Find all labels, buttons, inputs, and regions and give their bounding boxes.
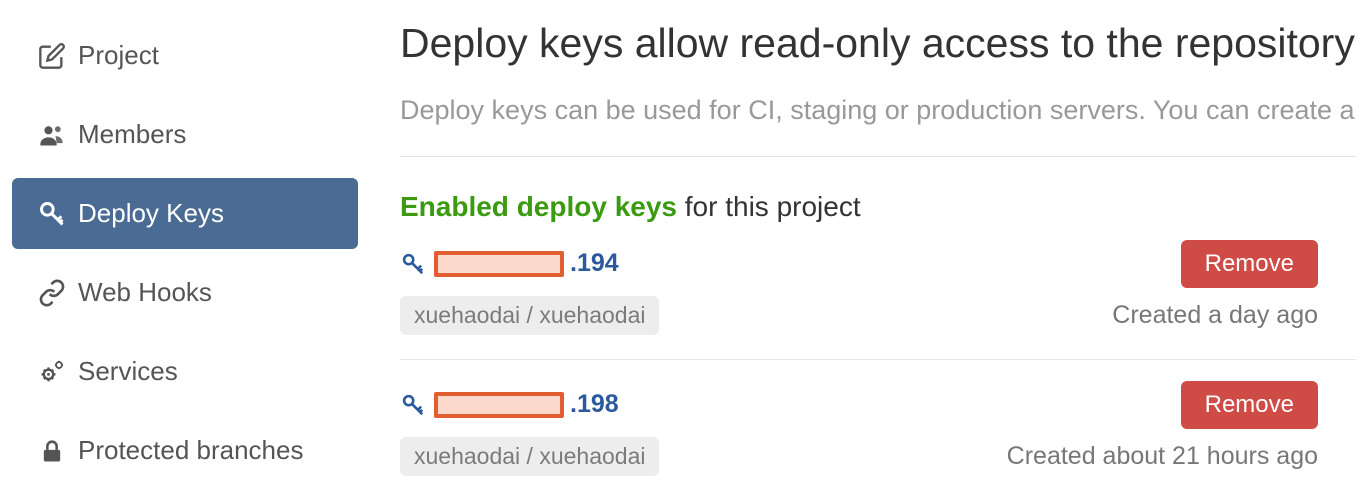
cogs-icon (36, 358, 68, 386)
divider (400, 156, 1356, 157)
sidebar-item-label: Members (78, 119, 186, 150)
remove-button[interactable]: Remove (1181, 381, 1318, 429)
sidebar-item-protected-branches[interactable]: Protected branches (12, 415, 358, 486)
project-tag: xuehaodai / xuehaodai (400, 296, 659, 335)
section-title: Enabled deploy keys for this project (400, 191, 1356, 223)
sidebar-item-services[interactable]: Services (12, 336, 358, 407)
link-icon (36, 279, 68, 307)
sidebar-item-members[interactable]: Members (12, 99, 358, 170)
key-icon (400, 392, 426, 418)
users-icon (36, 121, 68, 149)
sidebar: Project Members Deploy Keys (0, 0, 370, 500)
deploy-key-row: .194 Remove xuehaodai / xuehaodai Create… (400, 249, 1356, 360)
key-icon (36, 200, 68, 228)
remove-button[interactable]: Remove (1181, 240, 1318, 288)
section-title-highlight: Enabled deploy keys (400, 191, 677, 222)
key-icon (400, 251, 426, 277)
page-title: Deploy keys allow read-only access to th… (400, 20, 1356, 67)
key-suffix: .194 (570, 249, 619, 278)
deploy-key-name[interactable]: .194 (400, 249, 619, 278)
page-subtitle: Deploy keys can be used for CI, staging … (400, 95, 1356, 126)
sidebar-item-label: Project (78, 40, 159, 71)
sidebar-item-web-hooks[interactable]: Web Hooks (12, 257, 358, 328)
lock-icon (36, 437, 68, 465)
created-label: Created a day ago (1112, 301, 1318, 330)
sidebar-item-label: Protected branches (78, 435, 303, 466)
sidebar-item-label: Web Hooks (78, 277, 212, 308)
section-title-rest: for this project (677, 191, 861, 222)
project-tag: xuehaodai / xuehaodai (400, 437, 659, 476)
main-content: Deploy keys allow read-only access to th… (370, 0, 1356, 500)
deploy-key-row: .198 Remove xuehaodai / xuehaodai Create… (400, 390, 1356, 500)
key-suffix: .198 (570, 390, 619, 419)
redacted-ip (434, 392, 564, 418)
created-label: Created about 21 hours ago (1007, 442, 1318, 471)
sidebar-item-project[interactable]: Project (12, 20, 358, 91)
sidebar-item-label: Services (78, 356, 178, 387)
redacted-ip (434, 251, 564, 277)
deploy-key-name[interactable]: .198 (400, 390, 619, 419)
sidebar-item-label: Deploy Keys (78, 198, 224, 229)
edit-icon (36, 42, 68, 70)
sidebar-item-deploy-keys[interactable]: Deploy Keys (12, 178, 358, 249)
